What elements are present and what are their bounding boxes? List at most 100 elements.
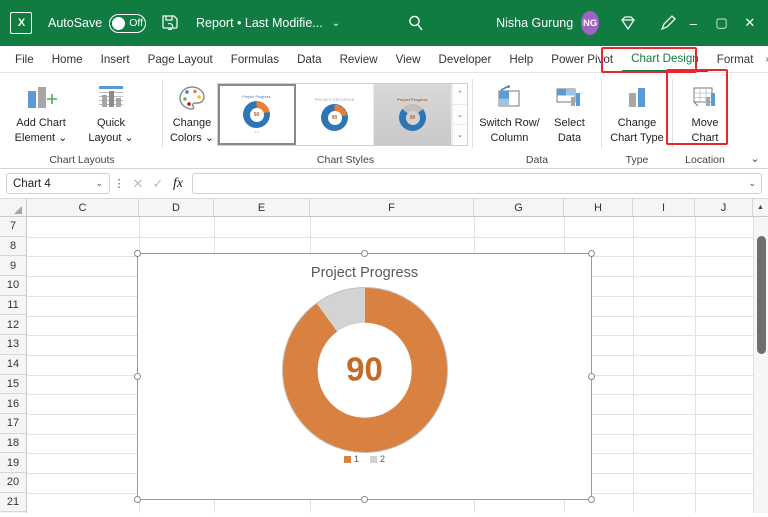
- legend-item-1[interactable]: 1: [343, 454, 359, 464]
- close-button[interactable]: ✕: [736, 1, 764, 45]
- switch-row-column-button[interactable]: Switch Row/ Column: [477, 78, 542, 144]
- tab-developer[interactable]: Developer: [430, 46, 501, 72]
- add-chart-element-label-2: Element ⌄: [14, 131, 68, 144]
- resize-handle-top-left[interactable]: [134, 250, 141, 257]
- column-header-I[interactable]: I: [633, 199, 695, 216]
- row-header-17[interactable]: 17: [0, 413, 26, 434]
- tab-file[interactable]: File: [6, 46, 43, 72]
- tab-overflow-icon[interactable]: ›: [762, 46, 768, 72]
- formula-bar-menu-icon[interactable]: ⋮: [112, 177, 126, 190]
- column-header-D[interactable]: D: [139, 199, 214, 216]
- row-header-7[interactable]: 7: [0, 217, 26, 237]
- row-header-19[interactable]: 19: [0, 453, 26, 473]
- diamond-icon[interactable]: [617, 12, 639, 34]
- resize-handle-bottom-center[interactable]: [360, 496, 368, 503]
- row-header-12[interactable]: 12: [0, 315, 26, 336]
- tab-power-pivot[interactable]: Power Pivot: [542, 46, 622, 72]
- tab-help[interactable]: Help: [500, 46, 542, 72]
- autosave-toggle[interactable]: Off: [109, 13, 147, 33]
- column-header-F[interactable]: F: [310, 199, 474, 216]
- document-title[interactable]: Report • Last Modifie...: [196, 16, 323, 30]
- move-chart-button[interactable]: Move Chart: [677, 78, 733, 144]
- tab-formulas[interactable]: Formulas: [222, 46, 288, 72]
- row-header-21[interactable]: 21: [0, 492, 26, 513]
- quick-layout-button[interactable]: Quick Layout ⌄: [76, 78, 146, 144]
- tab-review[interactable]: Review: [331, 46, 387, 72]
- row-header-15[interactable]: 15: [0, 374, 26, 395]
- add-chart-element-label-1: Add Chart: [16, 117, 66, 129]
- chart-object[interactable]: Project Progress 90 1 2: [134, 250, 595, 503]
- row-header-18[interactable]: 18: [0, 433, 26, 454]
- column-header-H[interactable]: H: [564, 199, 633, 216]
- vertical-scrollbar-thumb[interactable]: [756, 236, 766, 354]
- insert-function-icon[interactable]: fx: [168, 176, 188, 192]
- resize-handle-bottom-left[interactable]: [134, 496, 141, 503]
- row-header-11[interactable]: 11: [0, 295, 26, 316]
- scroll-up-arrow-icon[interactable]: ▲: [753, 199, 768, 216]
- name-box[interactable]: Chart 4 ⌄: [6, 173, 110, 194]
- resize-handle-top-right[interactable]: [588, 250, 595, 257]
- ribbon-group-label-data: Data: [525, 154, 549, 166]
- formula-input[interactable]: ⌄: [192, 173, 762, 194]
- change-chart-type-button[interactable]: Change Chart Type: [606, 78, 668, 144]
- resize-handle-top-center[interactable]: [360, 250, 368, 257]
- change-colors-button[interactable]: Change Colors ⌄: [167, 78, 217, 144]
- confirm-icon[interactable]: ✓: [148, 176, 168, 192]
- row-header-20[interactable]: 20: [0, 472, 26, 493]
- pen-draw-icon[interactable]: [657, 12, 679, 34]
- select-data-icon: [552, 81, 586, 115]
- chart-style-thumbnail-1[interactable]: Project Progress 90 1 2: [218, 84, 296, 145]
- row-header-16[interactable]: 16: [0, 394, 26, 414]
- legend-item-2[interactable]: 2: [370, 454, 385, 464]
- chevron-down-icon[interactable]: ⌄: [332, 18, 340, 29]
- row-header-9[interactable]: 9: [0, 256, 26, 277]
- chart-style-thumbnail-2[interactable]: PROJECT PROGRESS 90: [296, 84, 374, 145]
- add-chart-element-button[interactable]: Add Chart Element ⌄: [6, 78, 76, 144]
- vertical-scrollbar[interactable]: [753, 217, 768, 513]
- resize-handle-middle-right[interactable]: [588, 372, 595, 380]
- gallery-scroll-down-icon[interactable]: ⌄: [453, 104, 467, 126]
- ribbon-collapse-icon[interactable]: ⌄: [746, 150, 764, 166]
- chevron-down-icon[interactable]: ⌄: [95, 178, 103, 189]
- tab-data[interactable]: Data: [288, 46, 331, 72]
- row-header-14[interactable]: 14: [0, 354, 26, 375]
- ribbon-group-label-location: Location: [685, 154, 725, 166]
- name-box-value: Chart 4: [13, 177, 51, 190]
- chart-title[interactable]: Project Progress: [138, 265, 591, 281]
- maximize-button[interactable]: ▢: [707, 1, 735, 45]
- tab-home[interactable]: Home: [43, 46, 92, 72]
- gallery-scrollbar[interactable]: ⌃ ⌄ ⌄: [452, 84, 467, 146]
- select-data-button[interactable]: Select Data: [542, 78, 597, 144]
- doughnut-chart[interactable]: 90: [281, 287, 448, 453]
- tab-page-layout[interactable]: Page Layout: [139, 46, 222, 72]
- chart-legend[interactable]: 1 2: [138, 454, 591, 464]
- excel-logo-icon: X: [10, 12, 32, 34]
- gallery-more-icon[interactable]: ⌄: [453, 125, 467, 146]
- tab-format[interactable]: Format: [708, 46, 763, 72]
- row-header-8[interactable]: 8: [0, 236, 26, 257]
- chart-style-thumb-donut-2: 90: [321, 104, 348, 131]
- resize-handle-middle-left[interactable]: [134, 372, 141, 380]
- chart-style-thumbnail-3[interactable]: Project Progress 90: [374, 84, 452, 145]
- row-header-10[interactable]: 10: [0, 276, 26, 296]
- gallery-scroll-up-icon[interactable]: ⌃: [453, 84, 467, 105]
- chart-styles-gallery[interactable]: Project Progress 90 1 2 PROJECT PROGRESS…: [217, 83, 468, 146]
- column-header-J[interactable]: J: [695, 199, 753, 216]
- column-header-G[interactable]: G: [474, 199, 564, 216]
- avatar[interactable]: NG: [581, 11, 600, 35]
- cancel-icon[interactable]: ✕: [128, 176, 148, 192]
- user-name-label[interactable]: Nisha Gurung: [496, 16, 573, 30]
- column-header-C[interactable]: C: [27, 199, 139, 216]
- chart-style-thumb-donut-3: 90: [399, 104, 426, 131]
- save-refresh-icon[interactable]: [160, 13, 180, 33]
- column-header-E[interactable]: E: [214, 199, 310, 216]
- minimize-button[interactable]: –: [679, 1, 707, 45]
- tab-insert[interactable]: Insert: [92, 46, 139, 72]
- select-all-corner[interactable]: [0, 199, 27, 216]
- tab-chart-design[interactable]: Chart Design: [622, 46, 708, 72]
- formula-expand-icon[interactable]: ⌄: [748, 178, 756, 189]
- row-header-13[interactable]: 13: [0, 335, 26, 355]
- resize-handle-bottom-right[interactable]: [588, 496, 595, 503]
- tab-view[interactable]: View: [387, 46, 430, 72]
- search-icon[interactable]: [406, 13, 426, 33]
